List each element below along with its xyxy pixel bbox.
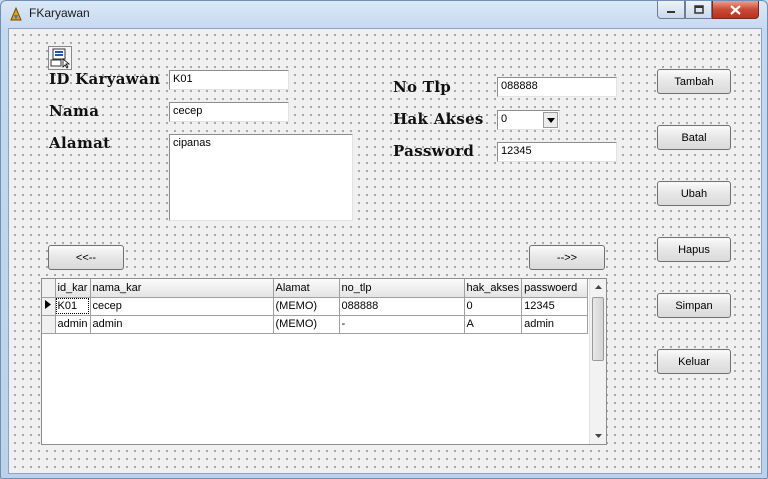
nama-label: Nama <box>49 102 100 120</box>
scroll-down-icon <box>594 434 602 438</box>
dropdown-button[interactable] <box>543 112 558 128</box>
chevron-down-icon <box>546 117 555 123</box>
scroll-up-icon <box>594 285 602 289</box>
next-record-button[interactable]: -->> <box>529 245 605 270</box>
batal-button[interactable]: Batal <box>657 125 731 150</box>
column-header[interactable]: passwoerd <box>521 279 589 298</box>
table-row[interactable]: K01 cecep (MEMO) 088888 0 12345 <box>42 297 589 316</box>
row-indicator-header <box>42 279 56 298</box>
hak-akses-value: 0 <box>501 113 508 125</box>
table-cell[interactable]: 12345 <box>521 297 589 316</box>
hak-akses-select[interactable]: 0 <box>497 110 560 130</box>
maximize-icon <box>693 5 704 14</box>
scrollbar-thumb[interactable] <box>592 297 604 361</box>
column-header[interactable]: nama_kar <box>90 279 274 298</box>
title-bar[interactable]: FKaryawan <box>1 1 767 27</box>
row-pointer-icon <box>45 300 52 309</box>
current-row-indicator <box>42 297 56 316</box>
close-icon <box>730 4 741 15</box>
column-header[interactable]: Alamat <box>273 279 340 298</box>
ubah-button[interactable]: Ubah <box>657 181 731 206</box>
maximize-button[interactable] <box>685 1 712 19</box>
database-component-icon <box>48 46 72 70</box>
vertical-scrollbar[interactable] <box>589 279 606 444</box>
hak-akses-label: Hak Akses <box>393 110 484 128</box>
alamat-memo[interactable]: cipanas <box>169 134 353 221</box>
tambah-button[interactable]: Tambah <box>657 69 731 94</box>
no-tlp-field[interactable]: 088888 <box>497 77 617 97</box>
table-cell[interactable]: admin <box>521 315 589 334</box>
app-icon <box>10 6 22 21</box>
minimize-icon <box>667 10 675 13</box>
window-title: FKaryawan <box>29 6 90 20</box>
app-window: FKaryawan ID Karyawan Nama Alamat K01 ce… <box>0 0 768 479</box>
id-karyawan-label: ID Karyawan <box>49 70 161 88</box>
password-label: Password <box>393 142 475 160</box>
table-cell[interactable]: 0 <box>464 297 523 316</box>
id-karyawan-field[interactable]: K01 <box>169 70 289 90</box>
table-cell[interactable]: (MEMO) <box>273 297 340 316</box>
minimize-button[interactable] <box>657 1 685 19</box>
close-button[interactable] <box>712 1 759 19</box>
table-cell[interactable]: admin <box>90 315 274 334</box>
employee-data-grid[interactable]: id_kar nama_kar Alamat no_tlp hak_akses … <box>41 278 607 445</box>
column-header[interactable]: no_tlp <box>339 279 465 298</box>
password-field[interactable]: 12345 <box>497 142 617 162</box>
nama-field[interactable]: cecep <box>169 102 289 122</box>
table-cell[interactable]: cecep <box>90 297 274 316</box>
table-cell[interactable]: K01 <box>55 297 91 316</box>
no-tlp-label: No Tlp <box>393 78 452 96</box>
prev-record-button[interactable]: <<-- <box>48 245 124 270</box>
table-cell[interactable]: admin <box>55 315 91 334</box>
table-cell[interactable]: - <box>339 315 465 334</box>
keluar-button[interactable]: Keluar <box>657 349 731 374</box>
grid-header-row: id_kar nama_kar Alamat no_tlp hak_akses … <box>42 279 589 298</box>
table-row[interactable]: admin admin (MEMO) - A admin <box>42 315 589 334</box>
column-header[interactable]: id_kar <box>55 279 91 298</box>
alamat-label: Alamat <box>49 134 111 152</box>
table-cell[interactable]: 088888 <box>339 297 465 316</box>
row-indicator <box>42 315 56 334</box>
hapus-button[interactable]: Hapus <box>657 237 731 262</box>
column-header[interactable]: hak_akses <box>464 279 523 298</box>
form-client-area: ID Karyawan Nama Alamat K01 cecep cipana… <box>8 28 762 474</box>
table-cell[interactable]: A <box>464 315 523 334</box>
table-cell[interactable]: (MEMO) <box>273 315 340 334</box>
scroll-down-button[interactable] <box>590 428 606 444</box>
scroll-up-button[interactable] <box>590 279 606 295</box>
simpan-button[interactable]: Simpan <box>657 293 731 318</box>
